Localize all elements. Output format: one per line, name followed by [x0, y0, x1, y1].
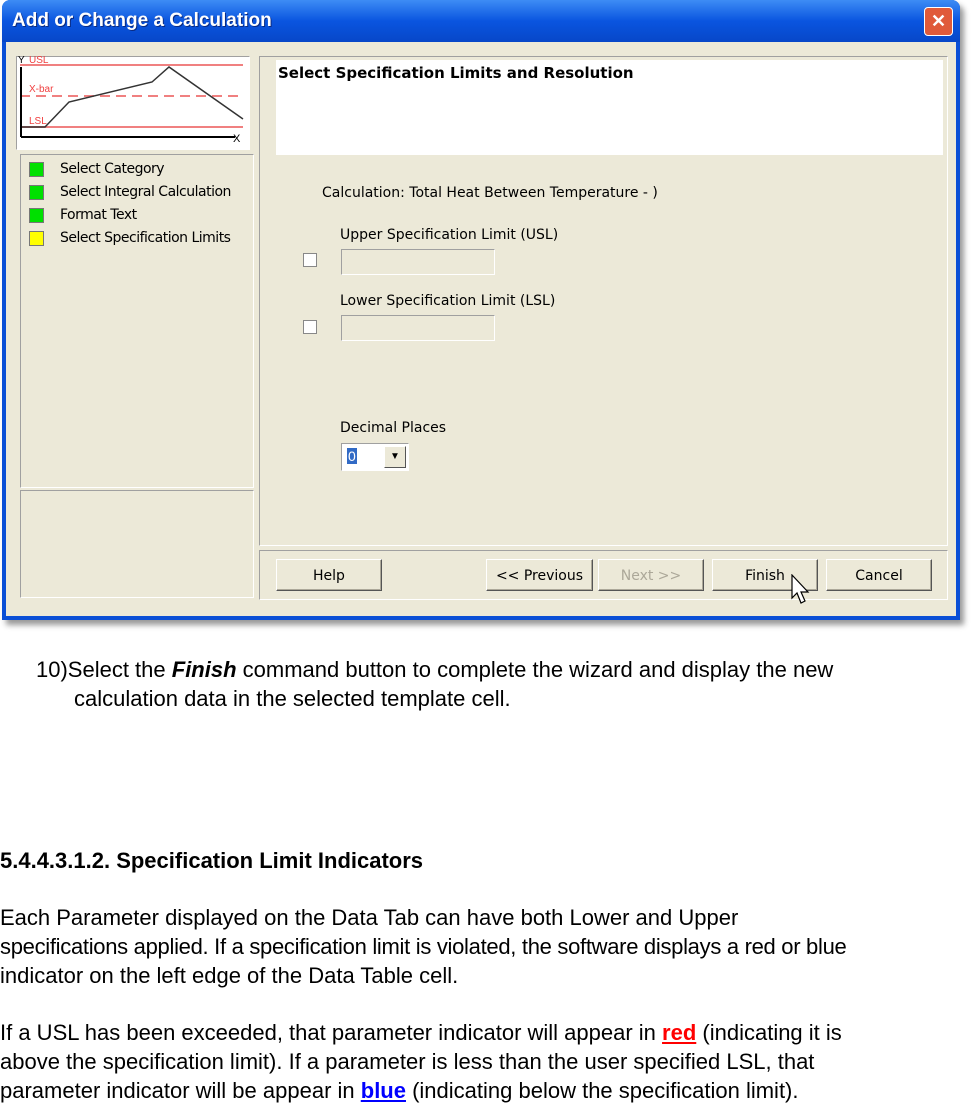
text: (indicating it is: [696, 1020, 842, 1045]
current-indicator-icon: [29, 230, 44, 246]
window-title: Add or Change a Calculation: [12, 10, 272, 31]
text: If a USL has been exceeded, that paramet…: [0, 1020, 663, 1045]
mouse-cursor-icon: [791, 574, 810, 604]
usl-label: Upper Specification Limit (USL): [340, 227, 559, 243]
decimal-places-label: Decimal Places: [340, 420, 447, 436]
complete-indicator-icon: [29, 161, 44, 177]
dialog-body: Y USL X-bar LSL X Select Category Select…: [6, 42, 956, 616]
xbar-marker-label: X-bar: [29, 84, 54, 95]
help-button[interactable]: Help: [276, 559, 382, 591]
lsl-marker-label: LSL: [29, 116, 47, 127]
step-number: 10): [36, 657, 68, 682]
step-instruction-line2: calculation data in the selected templat…: [74, 686, 511, 711]
paragraph-line: parameter indicator will be appear in bl…: [0, 1076, 799, 1105]
calculation-name: Calculation: Total Heat Between Temperat…: [322, 185, 658, 201]
blue-link[interactable]: blue: [361, 1078, 406, 1103]
paragraph-line: Each Parameter displayed on the Data Tab…: [0, 905, 739, 930]
section-heading: 5.4.4.3.1.2. Specification Limit Indicat…: [0, 848, 424, 873]
step-label: Select Specification Limits: [60, 230, 231, 246]
step-label: Select Integral Calculation: [60, 184, 231, 200]
dropdown-arrow-icon[interactable]: ▼: [384, 446, 406, 468]
paragraph-line: If a USL has been exceeded, that paramet…: [0, 1018, 842, 1047]
wizard-steps-list: Select Category Select Integral Calculat…: [20, 154, 254, 488]
complete-indicator-icon: [29, 207, 44, 223]
y-axis-label: Y: [18, 55, 25, 66]
complete-indicator-icon: [29, 184, 44, 200]
lsl-checkbox[interactable]: [303, 320, 317, 334]
lsl-input[interactable]: [341, 315, 495, 341]
previous-button[interactable]: << Previous: [486, 559, 593, 591]
cancel-button[interactable]: Cancel: [826, 559, 932, 591]
lsl-label: Lower Specification Limit (LSL): [340, 293, 556, 309]
step-select-specification-limits: Select Specification Limits: [29, 230, 231, 246]
x-axis-label: X: [233, 133, 241, 145]
usl-marker-label: USL: [29, 55, 49, 66]
preview-graph: [20, 64, 244, 138]
step-label: Format Text: [60, 207, 137, 223]
step-select-integral-calculation: Select Integral Calculation: [29, 184, 231, 200]
usl-input[interactable]: [341, 249, 495, 275]
title-bar[interactable]: Add or Change a Calculation ✕: [2, 0, 960, 42]
step-instruction: 10)Select the Finish command button to c…: [36, 655, 833, 684]
close-button[interactable]: ✕: [924, 7, 953, 36]
paragraph-line: specifications applied. If a specificati…: [0, 934, 847, 959]
text: Select the: [67, 657, 172, 682]
paragraph-line: indicator on the left edge of the Data T…: [0, 963, 459, 988]
panel-header: Select Specification Limits and Resoluti…: [276, 60, 943, 155]
next-button[interactable]: Next >>: [598, 559, 704, 591]
limits-preview-chart: Y USL X-bar LSL X: [16, 55, 250, 150]
usl-checkbox[interactable]: [303, 253, 317, 267]
step-label: Select Category: [60, 161, 165, 177]
step-format-text: Format Text: [29, 207, 137, 223]
content-panel: Select Specification Limits and Resoluti…: [259, 56, 948, 546]
paragraph-line: above the specification limit). If a par…: [0, 1049, 815, 1074]
info-box: [20, 490, 254, 598]
text: parameter indicator will be appear in: [0, 1078, 361, 1103]
wizard-window: Add or Change a Calculation ✕ Y USL X-ba…: [2, 0, 960, 620]
text: (indicating below the specification limi…: [405, 1078, 799, 1103]
emphasis-finish: Finish: [171, 657, 237, 682]
step-select-category: Select Category: [29, 161, 165, 177]
text: command button to complete the wizard an…: [236, 657, 834, 682]
decimal-places-select[interactable]: 0 ▼: [341, 443, 409, 471]
decimal-places-value: 0: [347, 448, 357, 464]
panel-heading: Select Specification Limits and Resoluti…: [278, 64, 634, 82]
red-link[interactable]: red: [662, 1020, 696, 1045]
